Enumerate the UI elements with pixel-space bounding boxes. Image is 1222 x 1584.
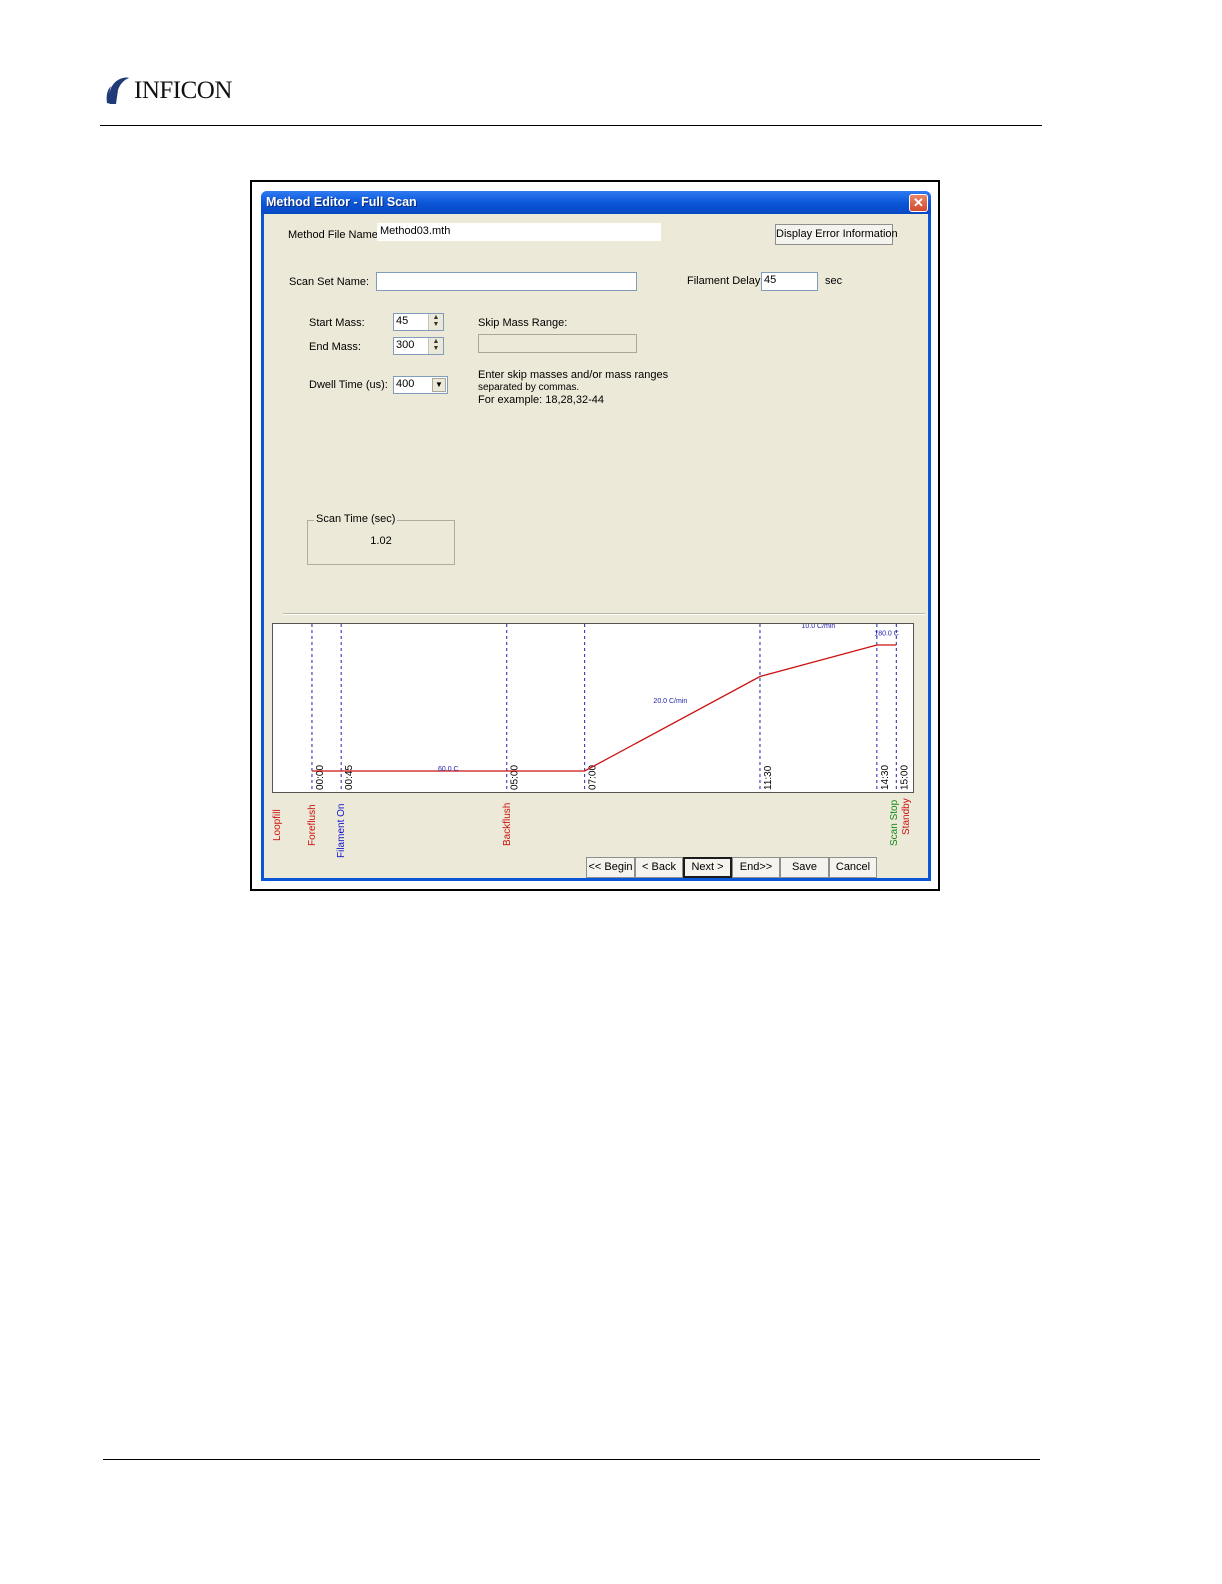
event-label: Scan Stop [889, 800, 901, 847]
event-label: Backflush [501, 803, 513, 847]
scan-set-field[interactable] [376, 272, 637, 291]
help-text-line2: separated by commas. [478, 382, 580, 393]
dwell-time-value: 400 [396, 378, 415, 390]
time-marker-label: 00:00 [315, 765, 326, 790]
display-error-button[interactable]: Display Error Information [775, 224, 898, 245]
time-marker-label: 11:30 [763, 765, 774, 790]
end-mass-stepper[interactable]: 300 ▲ ▼ [393, 337, 444, 355]
method-editor-window: Method Editor - Full Scan ✕ Method File … [261, 191, 931, 881]
event-label: Standby [901, 798, 912, 836]
segment-annotation: 20.0 C/min [653, 698, 687, 705]
spin-arrows-icon[interactable]: ▲ ▼ [428, 338, 443, 354]
event-label: Filament On [336, 803, 348, 858]
segment-annotation: 60.0 C [438, 766, 459, 773]
footer-rule [103, 1459, 1040, 1460]
scan-time-value: 1.02 [370, 535, 392, 547]
skip-mass-field[interactable] [478, 334, 637, 353]
window-title: Method Editor - Full Scan [266, 195, 417, 209]
cancel-button[interactable]: Cancel [829, 857, 877, 878]
inficon-logo-mark-icon [106, 77, 129, 104]
temperature-series-line [311, 644, 897, 772]
dialog-client: Method File Name: Method03.mth Display E… [264, 214, 928, 878]
start-mass-label: Start Mass: [309, 317, 365, 329]
event-label: Foreflush [306, 804, 318, 847]
filament-delay-field[interactable]: 45 [761, 272, 818, 291]
filament-delay-label: Filament Delay: [687, 275, 764, 287]
skip-mass-label: Skip Mass Range: [478, 317, 568, 329]
end-button[interactable]: End>> [732, 857, 780, 878]
close-icon[interactable]: ✕ [909, 194, 928, 212]
event-labels: Loopfill Foreflush Filament On Backflush Sca… [271, 794, 932, 858]
dwell-time-select[interactable]: 400 ▼ [393, 376, 448, 394]
title-bar: Method Editor - Full Scan ✕ [261, 191, 931, 214]
screenshot-frame: Method Editor - Full Scan ✕ Method File … [250, 180, 940, 891]
spin-arrows-icon[interactable]: ▲ ▼ [428, 314, 443, 330]
inficon-logo: INFICON [104, 76, 232, 106]
save-button[interactable]: Save [780, 857, 829, 878]
method-file-label: Method File Name: [288, 229, 381, 241]
start-mass-value: 45 [396, 315, 409, 327]
next-button[interactable]: Next > [683, 857, 732, 878]
time-marker-label: 00:45 [344, 765, 355, 790]
segment-annotation: 10.0 C/min [801, 624, 835, 630]
segment-annotation: 180.0 C [874, 631, 899, 638]
time-marker-label: 14:30 [880, 765, 891, 790]
begin-button[interactable]: << Begin [586, 857, 635, 878]
separator [283, 613, 925, 615]
time-marker-label: 15:00 [899, 765, 910, 790]
scan-time-label: Scan Time (sec) [314, 513, 398, 525]
filament-delay-unit: sec [825, 275, 843, 287]
start-mass-stepper[interactable]: 45 ▲ ▼ [393, 313, 444, 331]
scan-set-label: Scan Set Name: [289, 276, 370, 288]
header-rule [100, 125, 1042, 126]
end-mass-value: 300 [396, 339, 415, 351]
event-label: Loopfill [271, 809, 283, 841]
back-button[interactable]: < Back [635, 857, 683, 878]
time-marker-label: 05:00 [510, 765, 521, 790]
scan-time-group: Scan Time (sec) 1.02 [307, 513, 455, 565]
logo-wordmark: INFICON [134, 77, 232, 104]
end-mass-label: End Mass: [309, 341, 361, 353]
help-text-line1: Enter skip masses and/or mass ranges [478, 369, 669, 381]
chart-svg: 00:00 00:45 05:00 07:00 11:30 14:30 15:0060.0 … [311, 624, 910, 792]
dwell-time-label: Dwell Time (us): [309, 379, 388, 391]
temperature-program-chart: 00:00 00:45 05:00 07:00 11:30 14:30 15:00 60.0 … [272, 623, 914, 793]
help-text-line3: For example: 18,28,32-44 [478, 394, 604, 406]
chevron-down-icon[interactable]: ▼ [432, 378, 446, 392]
method-file-field[interactable]: Method03.mth [377, 223, 661, 241]
